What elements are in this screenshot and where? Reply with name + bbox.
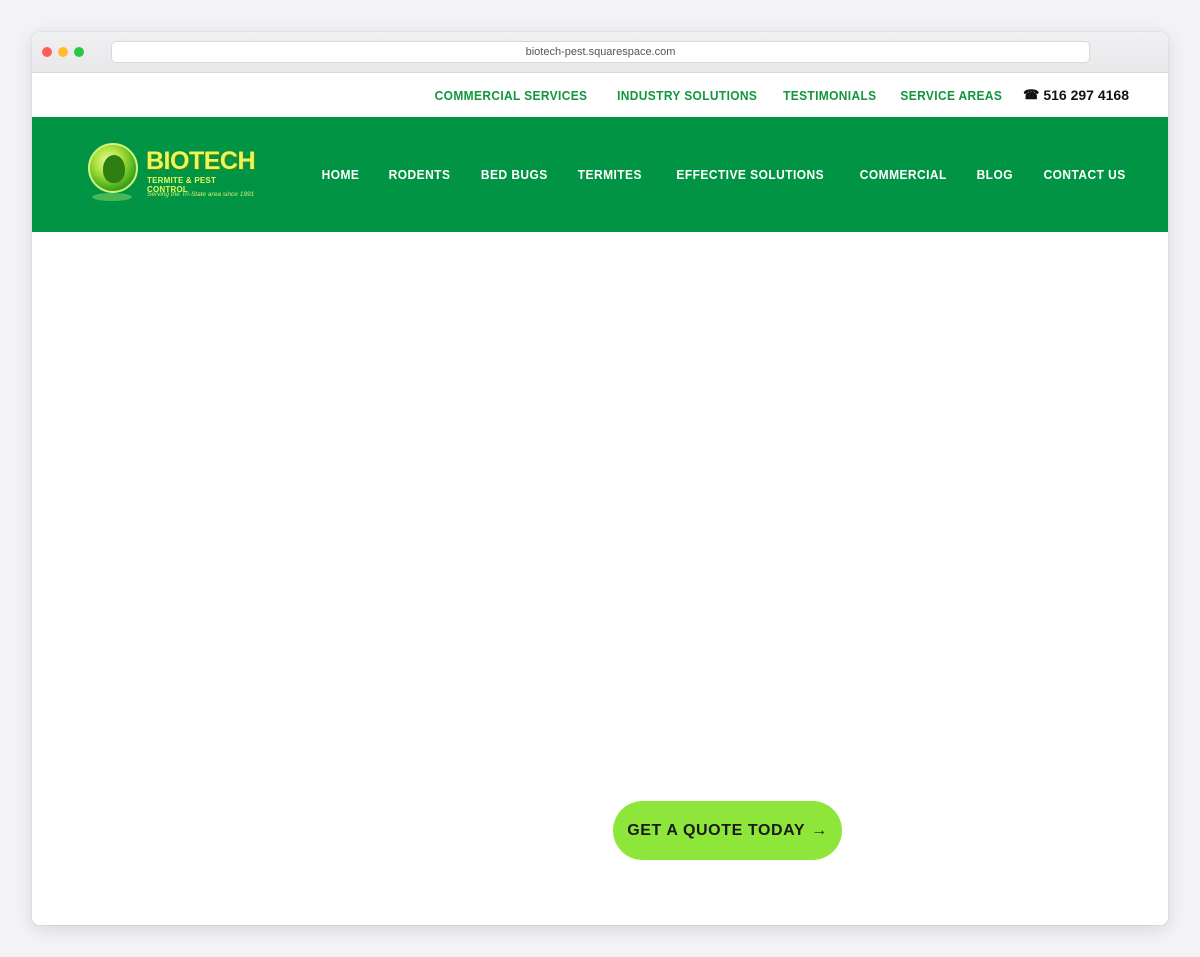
site-header: BIOTECH TERMITE & PEST CONTROL Serving t… [32, 117, 1168, 232]
get-quote-button[interactable]: GET A QUOTE TODAY → [613, 801, 842, 860]
nav-rodents-link[interactable]: RODENTS [388, 167, 450, 182]
utility-nav: COMMERCIAL SERVICES INDUSTRY SOLUTIONS T… [428, 73, 1129, 117]
phone-number: 516 297 4168 [1043, 87, 1129, 103]
maximize-window-button[interactable] [74, 47, 84, 57]
nav-bed-bugs-link[interactable]: BED BUGS [481, 167, 548, 182]
arrow-right-icon: → [811, 821, 828, 839]
nav-termites-link[interactable]: TERMITES [578, 167, 642, 182]
logo-tagline: Serving the Tri-State area since 1991 [147, 191, 255, 198]
termite-icon [88, 143, 138, 193]
get-quote-label: GET A QUOTE TODAY [627, 821, 806, 839]
logo-reflection [92, 193, 132, 201]
phone-link[interactable]: ☎ 516 297 4168 [1023, 87, 1129, 103]
browser-titlebar: biotech-pest.squarespace.com [32, 32, 1168, 73]
topnav-service-areas-link[interactable]: SERVICE AREAS [901, 88, 1003, 103]
browser-window: biotech-pest.squarespace.com COMMERCIAL … [32, 32, 1168, 925]
topnav-testimonials-link[interactable]: TESTIMONIALS [783, 88, 876, 103]
address-bar[interactable]: biotech-pest.squarespace.com [111, 41, 1090, 63]
nav-contact-us-link[interactable]: CONTACT US [1043, 167, 1125, 182]
site-logo[interactable]: BIOTECH TERMITE & PEST CONTROL Serving t… [86, 139, 256, 205]
page-content: GET A QUOTE TODAY → [32, 232, 1168, 925]
nav-home-link[interactable]: HOME [321, 167, 359, 182]
logo-name: BIOTECH [146, 147, 256, 175]
nav-blog-link[interactable]: BLOG [977, 167, 1013, 182]
nav-effective-solutions-link[interactable]: EFFECTIVE SOLUTIONS [677, 167, 825, 182]
phone-icon: ☎ [1023, 87, 1040, 102]
termite-silhouette [103, 155, 125, 183]
main-nav: HOME RODENTS BED BUGS TERMITES EFFECTIVE… [320, 117, 1129, 232]
topnav-commercial-services-link[interactable]: COMMERCIAL SERVICES [435, 88, 588, 103]
topnav-industry-solutions-link[interactable]: INDUSTRY SOLUTIONS [617, 88, 757, 103]
close-window-button[interactable] [42, 47, 52, 57]
minimize-window-button[interactable] [58, 47, 68, 57]
utility-bar: COMMERCIAL SERVICES INDUSTRY SOLUTIONS T… [32, 73, 1168, 117]
nav-commercial-link[interactable]: COMMERCIAL [859, 167, 946, 182]
